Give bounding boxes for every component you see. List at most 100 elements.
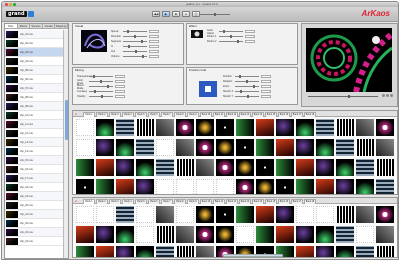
clip-list-item[interactable]: clip_24.mov	[5, 237, 63, 246]
visual-slot[interactable]	[336, 179, 354, 194]
clip-list-item[interactable]: clip_12.mov	[5, 129, 63, 138]
bank-tab[interactable]: Bank 3	[109, 199, 121, 204]
param-value-field[interactable]	[115, 95, 125, 98]
visual-slot[interactable]	[336, 246, 354, 257]
visual-slot[interactable]	[96, 179, 114, 194]
library-scrollbar[interactable]	[63, 30, 68, 258]
param-slider[interactable]	[235, 95, 259, 98]
preview-slider[interactable]	[308, 95, 378, 98]
param-slider[interactable]	[123, 50, 147, 53]
bank-tab[interactable]: Bank 5	[135, 112, 147, 117]
visual-slot[interactable]	[296, 246, 314, 257]
clip-list-item[interactable]: clip_11.mov	[5, 120, 63, 129]
visual-slot[interactable]	[376, 159, 394, 176]
bank-tab[interactable]: Bank 18	[304, 112, 316, 117]
visual-slot[interactable]	[96, 226, 114, 243]
visual-slot[interactable]	[356, 206, 374, 223]
library-tab-visuals[interactable]: Visuals	[43, 24, 56, 28]
visual-slot-empty[interactable]	[136, 226, 154, 243]
visual-slot[interactable]	[96, 246, 114, 257]
visual-slot[interactable]	[156, 226, 174, 243]
bank-tab[interactable]: Bank 10	[200, 199, 212, 204]
clip-list-item[interactable]: clip_17.mov	[5, 174, 63, 183]
visual-slot[interactable]	[256, 159, 274, 176]
clip-list-item[interactable]: clip_23.mov	[5, 228, 63, 237]
visual-slot[interactable]	[276, 206, 294, 223]
visual-slot-empty[interactable]	[156, 139, 174, 156]
visual-slot[interactable]	[316, 159, 334, 176]
param-slider[interactable]	[219, 40, 243, 43]
clip-list-item[interactable]: clip_01.mov	[5, 30, 63, 39]
clip-list-item[interactable]: clip_14.mov	[5, 147, 63, 156]
visual-slot[interactable]	[216, 159, 234, 176]
param-value-field[interactable]	[149, 30, 159, 33]
visual-slot[interactable]	[176, 159, 194, 176]
visual-slot[interactable]	[316, 119, 334, 136]
param-value-field[interactable]	[149, 40, 159, 43]
bank-tab[interactable]: Bank 2	[96, 112, 108, 117]
param-value-field[interactable]	[261, 85, 271, 88]
visual-slot[interactable]	[136, 119, 154, 136]
visual-slot[interactable]	[356, 246, 374, 257]
param-slider[interactable]	[123, 40, 147, 43]
param-value-field[interactable]	[261, 90, 271, 93]
param-value-field[interactable]	[115, 75, 125, 78]
bank-tab[interactable]: Bank 15	[265, 112, 277, 117]
visual-slot[interactable]	[116, 119, 134, 136]
visual-slot[interactable]	[256, 139, 274, 156]
param-slider[interactable]	[89, 85, 113, 88]
bank-tab[interactable]: Bank 4	[122, 199, 134, 204]
clip-list-item[interactable]: clip_15.mov	[5, 156, 63, 165]
clip-list-item[interactable]: clip_22.mov	[5, 219, 63, 228]
param-slider-knob[interactable]	[135, 50, 137, 53]
visual-slot[interactable]	[216, 206, 234, 223]
visual-slot[interactable]	[76, 159, 94, 176]
visual-slot-empty[interactable]	[356, 226, 374, 243]
visual-slot[interactable]	[276, 159, 294, 176]
visual-slot[interactable]	[316, 246, 334, 257]
master-slider[interactable]	[200, 13, 230, 16]
visual-slot[interactable]	[356, 119, 374, 136]
visual-slot[interactable]	[296, 179, 314, 194]
visual-slot[interactable]	[256, 226, 274, 243]
visual-slot[interactable]	[316, 139, 334, 156]
visual-slot[interactable]	[136, 159, 154, 176]
bank-tab[interactable]: Bank 15	[265, 199, 277, 204]
clip-list-item[interactable]: clip_10.mov	[5, 111, 63, 120]
bank-tab[interactable]: Bank 13	[239, 199, 251, 204]
clip-list-item[interactable]: clip_18.mov	[5, 183, 63, 192]
minimize-window-button[interactable]	[9, 3, 12, 6]
visual-slot-empty[interactable]	[96, 206, 114, 223]
param-slider[interactable]	[89, 75, 113, 78]
visual-slot[interactable]	[196, 119, 214, 136]
param-slider[interactable]	[123, 30, 147, 33]
bank-tab[interactable]: Bank 12	[226, 199, 238, 204]
clip-list-item[interactable]: clip_05.mov	[5, 66, 63, 75]
visual-slot-empty[interactable]	[76, 139, 94, 156]
clip-list-item[interactable]: clip_04.mov	[5, 57, 63, 66]
param-slider[interactable]	[235, 75, 259, 78]
param-slider[interactable]	[123, 55, 147, 58]
bank-tab[interactable]: Bank 11	[213, 112, 225, 117]
visual-slot[interactable]	[376, 246, 394, 257]
param-slider-knob[interactable]	[127, 30, 129, 33]
param-slider[interactable]	[89, 95, 113, 98]
bank-menu-icon[interactable]: ●	[75, 112, 81, 116]
visual-slot[interactable]	[216, 226, 234, 243]
param-value-field[interactable]	[261, 75, 271, 78]
record-button[interactable]: ●	[182, 11, 190, 17]
bank-tab[interactable]: Bank 16	[278, 112, 290, 117]
visual-slot[interactable]	[156, 206, 174, 223]
visual-slot[interactable]	[356, 159, 374, 176]
visual-slot[interactable]	[116, 139, 134, 156]
clip-list-item[interactable]: clip_08.mov	[5, 93, 63, 102]
visual-slot[interactable]	[156, 119, 174, 136]
param-slider[interactable]	[123, 45, 147, 48]
visual-slot[interactable]	[336, 119, 354, 136]
param-slider-knob[interactable]	[230, 35, 232, 38]
visual-slot[interactable]	[236, 159, 254, 176]
visual-slot[interactable]	[96, 139, 114, 156]
clip-list-item[interactable]: clip_02.mov	[5, 39, 63, 48]
visual-slot[interactable]	[276, 226, 294, 243]
clip-list-item[interactable]: clip_09.mov	[5, 102, 63, 111]
